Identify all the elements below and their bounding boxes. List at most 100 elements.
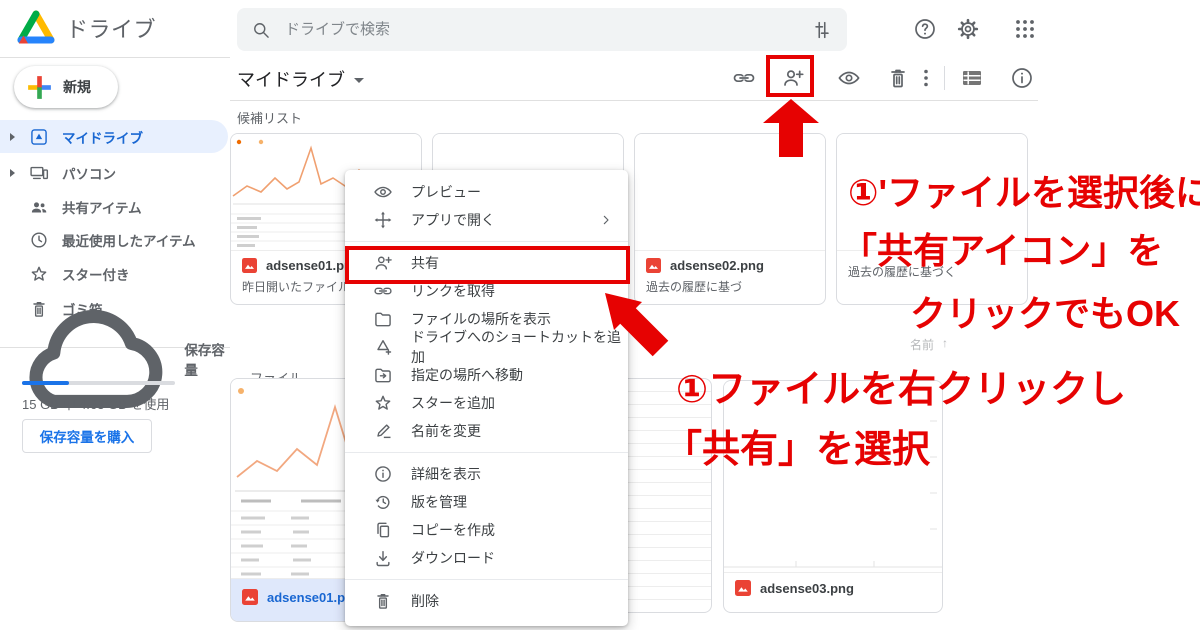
help-icon[interactable] bbox=[913, 17, 937, 41]
file-name-row: adsense02.png bbox=[646, 258, 814, 273]
menu-item-label: 版を管理 bbox=[411, 492, 467, 512]
topbar: ドライブ bbox=[0, 0, 1200, 57]
annotation-arrow-up-left-icon bbox=[604, 292, 674, 362]
file-card-adsense03[interactable]: adsense03.png bbox=[723, 380, 943, 613]
suggested-card-4[interactable]: 過去の履歴に基づく bbox=[836, 133, 1028, 305]
apps-grid-icon[interactable] bbox=[1013, 17, 1037, 41]
sidebar-item-label: マイドライブ bbox=[62, 127, 143, 147]
menu-item-add-star[interactable]: スターを追加 bbox=[345, 389, 628, 417]
menu-divider bbox=[345, 452, 628, 453]
trash-icon bbox=[373, 591, 393, 611]
menu-item-move-to[interactable]: 指定の場所へ移動 bbox=[345, 361, 628, 389]
menu-item-label: リンクを取得 bbox=[411, 281, 495, 301]
menu-item-preview[interactable]: プレビュー bbox=[345, 178, 628, 206]
get-link-icon[interactable] bbox=[732, 66, 756, 90]
annotation-note1-line2: 「共有アイコン」を bbox=[841, 222, 1163, 274]
app-title: ドライブ bbox=[66, 12, 156, 44]
my-drive-icon bbox=[29, 127, 49, 147]
annotation-note2-line1: ①ファイルを右クリックし bbox=[676, 358, 1126, 413]
menu-item-open-with[interactable]: アプリで開く bbox=[345, 206, 628, 234]
copy-icon bbox=[373, 520, 393, 540]
drive-logo-icon bbox=[16, 9, 56, 46]
folder-icon bbox=[373, 309, 393, 329]
image-file-icon bbox=[242, 258, 257, 273]
preview-eye-icon bbox=[373, 182, 393, 202]
menu-item-label: 詳細を表示 bbox=[411, 464, 481, 484]
search-bar[interactable] bbox=[237, 8, 847, 51]
menu-item-view-details[interactable]: 詳細を表示 bbox=[345, 460, 628, 488]
menu-item-manage-versions[interactable]: 版を管理 bbox=[345, 488, 628, 516]
suggested-section-header: 候補リスト bbox=[237, 108, 302, 127]
menu-divider bbox=[345, 241, 628, 242]
annotation-box-share-menu-item bbox=[345, 246, 630, 284]
sort-header[interactable]: 名前 ↑ bbox=[910, 336, 948, 353]
buy-storage-button[interactable]: 保存容量を購入 bbox=[22, 419, 152, 453]
multicolor-plus-icon bbox=[26, 74, 53, 101]
annotation-note2-line2: 「共有」を選択 bbox=[664, 418, 930, 473]
file-name: adsense03.png bbox=[760, 581, 854, 596]
download-icon bbox=[373, 548, 393, 568]
menu-item-label: 削除 bbox=[411, 591, 439, 611]
menu-item-label: ダウンロード bbox=[411, 548, 495, 568]
computers-icon bbox=[29, 163, 49, 183]
sort-ascending-arrow-icon: ↑ bbox=[942, 336, 948, 353]
file-name: adsense02.png bbox=[670, 258, 764, 273]
sort-label: 名前 bbox=[910, 336, 934, 353]
menu-item-add-shortcut-to-drive[interactable]: ドライブへのショートカットを追加 bbox=[345, 333, 628, 361]
storage-progress-fill bbox=[22, 381, 69, 385]
toolbar-divider bbox=[944, 66, 945, 90]
location-title-label: マイドライブ bbox=[237, 66, 345, 92]
storage-label: 保存容量 bbox=[184, 339, 228, 379]
preview-eye-icon[interactable] bbox=[837, 66, 861, 90]
search-options-tune-icon[interactable] bbox=[811, 19, 833, 41]
storage-row[interactable]: 保存容量 bbox=[0, 344, 228, 374]
menu-item-label: 指定の場所へ移動 bbox=[411, 365, 523, 385]
menu-item-label: 名前を変更 bbox=[411, 421, 481, 441]
annotation-box-share-toolbar-icon bbox=[766, 55, 814, 97]
shared-people-icon bbox=[29, 197, 49, 217]
image-file-icon bbox=[646, 258, 661, 273]
menu-item-make-copy[interactable]: コピーを作成 bbox=[345, 516, 628, 544]
delete-trash-icon[interactable] bbox=[886, 66, 910, 90]
more-actions-icon[interactable] bbox=[914, 66, 938, 90]
menu-item-label: スターを追加 bbox=[411, 393, 495, 413]
context-menu: プレビュー アプリで開く 共有 リンクを取得 ファイ bbox=[345, 170, 628, 626]
info-icon bbox=[373, 464, 393, 484]
list-view-icon[interactable] bbox=[960, 66, 984, 90]
expand-caret-icon[interactable] bbox=[10, 169, 15, 177]
location-title[interactable]: マイドライブ bbox=[237, 66, 364, 92]
menu-item-delete[interactable]: 削除 bbox=[345, 587, 628, 615]
annotation-note1-line3: クリックでもOK bbox=[910, 285, 1180, 337]
info-icon[interactable] bbox=[1010, 66, 1034, 90]
star-icon bbox=[373, 393, 393, 413]
sidebar-item-my-drive[interactable]: マイドライブ bbox=[0, 120, 228, 153]
sidebar-item-recent[interactable]: 最近使用したアイテム bbox=[0, 223, 228, 256]
expand-caret-icon[interactable] bbox=[10, 133, 15, 141]
sidebar-item-label: 共有アイテム bbox=[62, 197, 142, 217]
file-thumbnail bbox=[433, 134, 623, 172]
header-divider bbox=[230, 100, 1038, 101]
version-history-icon bbox=[373, 492, 393, 512]
rename-pencil-icon bbox=[373, 421, 393, 441]
new-button[interactable]: 新規 bbox=[14, 66, 118, 108]
annotation-arrow-up-icon bbox=[763, 99, 819, 157]
image-file-icon bbox=[735, 580, 751, 596]
drive-logo-area[interactable]: ドライブ bbox=[16, 9, 156, 46]
move-to-folder-icon bbox=[373, 365, 393, 385]
storage-usage-text: 15 GB 中 4.63 GB を使用 bbox=[22, 394, 169, 413]
menu-item-label: コピーを作成 bbox=[411, 520, 495, 540]
search-input[interactable] bbox=[285, 21, 797, 38]
menu-item-label: アプリで開く bbox=[411, 210, 495, 230]
menu-item-download[interactable]: ダウンロード bbox=[345, 544, 628, 572]
sidebar-item-computers[interactable]: パソコン bbox=[0, 156, 228, 189]
file-name-row: adsense03.png bbox=[735, 580, 931, 596]
suggested-card-adsense02[interactable]: adsense02.png 過去の履歴に基づ bbox=[634, 133, 826, 305]
settings-gear-icon[interactable] bbox=[956, 17, 980, 41]
storage-progress-track bbox=[22, 381, 175, 385]
drive-shortcut-icon bbox=[373, 337, 393, 357]
annotation-note1-line1: ①'ファイルを選択後に bbox=[848, 164, 1200, 216]
menu-item-label: プレビュー bbox=[411, 182, 481, 202]
sidebar-item-label: パソコン bbox=[62, 163, 116, 183]
sidebar-item-shared[interactable]: 共有アイテム bbox=[0, 190, 228, 223]
menu-item-rename[interactable]: 名前を変更 bbox=[345, 417, 628, 445]
